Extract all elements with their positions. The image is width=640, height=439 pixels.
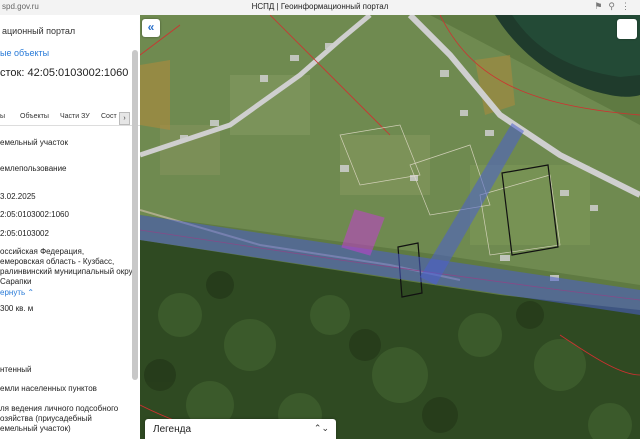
satellite-map[interactable] (140, 15, 640, 439)
field-object-type: емельный участок (0, 138, 68, 147)
legend-label: Легенда (153, 424, 192, 435)
objects-link[interactable]: ые объекты (0, 48, 49, 58)
chevron-up-icon: ⌃ (27, 288, 35, 297)
panel-tabs: ы Объекты Части ЗУ Сост › (0, 111, 140, 126)
field-permitted-use-2: озяйства (приусадебный (0, 414, 92, 423)
field-address-2: емеровская область - Кузбасс, (0, 257, 115, 266)
field-date: 3.02.2025 (0, 192, 36, 201)
field-address-3: ралинвинский муниципальный округ, (0, 267, 137, 276)
pin-icon[interactable]: ⚲ (608, 1, 621, 11)
map-view[interactable] (140, 15, 640, 439)
field-permitted-use-1: ля ведения личного подсобного (0, 404, 119, 413)
field-object-kind: емлепользование (0, 164, 67, 173)
map-control-button[interactable] (617, 19, 637, 39)
field-status: нтенный (0, 365, 32, 374)
field-address-1: оссийская Федерация, (0, 247, 85, 256)
tab-parts[interactable]: Части ЗУ (60, 113, 90, 120)
panel-scrollbar[interactable] (132, 50, 138, 380)
collapse-panel-button[interactable]: « (142, 19, 160, 37)
portal-title: ационный портал (2, 26, 76, 36)
field-land-category: емли населенных пунктов (0, 384, 97, 393)
legend-dropdown[interactable]: Легенда ⌃⌄ (145, 419, 336, 439)
browser-icons: ⚑⚲⋮ (594, 1, 636, 12)
tab-info[interactable]: ы (0, 113, 5, 120)
page-title: НСПД | Геоинформационный портал (251, 2, 389, 11)
field-address-4: Сарапки (0, 277, 32, 286)
bookmark-icon[interactable]: ⚑ (594, 1, 608, 11)
tab-objects[interactable]: Объекты (20, 113, 49, 120)
field-area: 300 кв. м (0, 304, 34, 313)
collapse-link[interactable]: ернуть ⌃ (0, 288, 34, 298)
info-panel: ационный портал ые объекты сток: 42:05:0… (0, 15, 141, 439)
cadastral-number-title: сток: 42:05:0103002:1060 (0, 67, 129, 79)
chevron-updown-icon: ⌃⌄ (313, 423, 329, 433)
field-cadastral-number: 2:05:0103002:1060 (0, 210, 69, 219)
browser-top-bar: spd.gov.ru НСПД | Геоинформационный порт… (0, 0, 640, 16)
field-cadastral-quarter: 2:05:0103002 (0, 229, 49, 238)
tab-status[interactable]: Сост (101, 113, 117, 120)
field-permitted-use-3: емельный участок) (0, 424, 71, 433)
tabs-next-button[interactable]: › (119, 112, 130, 125)
info-icon[interactable]: ⋮ (621, 1, 636, 11)
